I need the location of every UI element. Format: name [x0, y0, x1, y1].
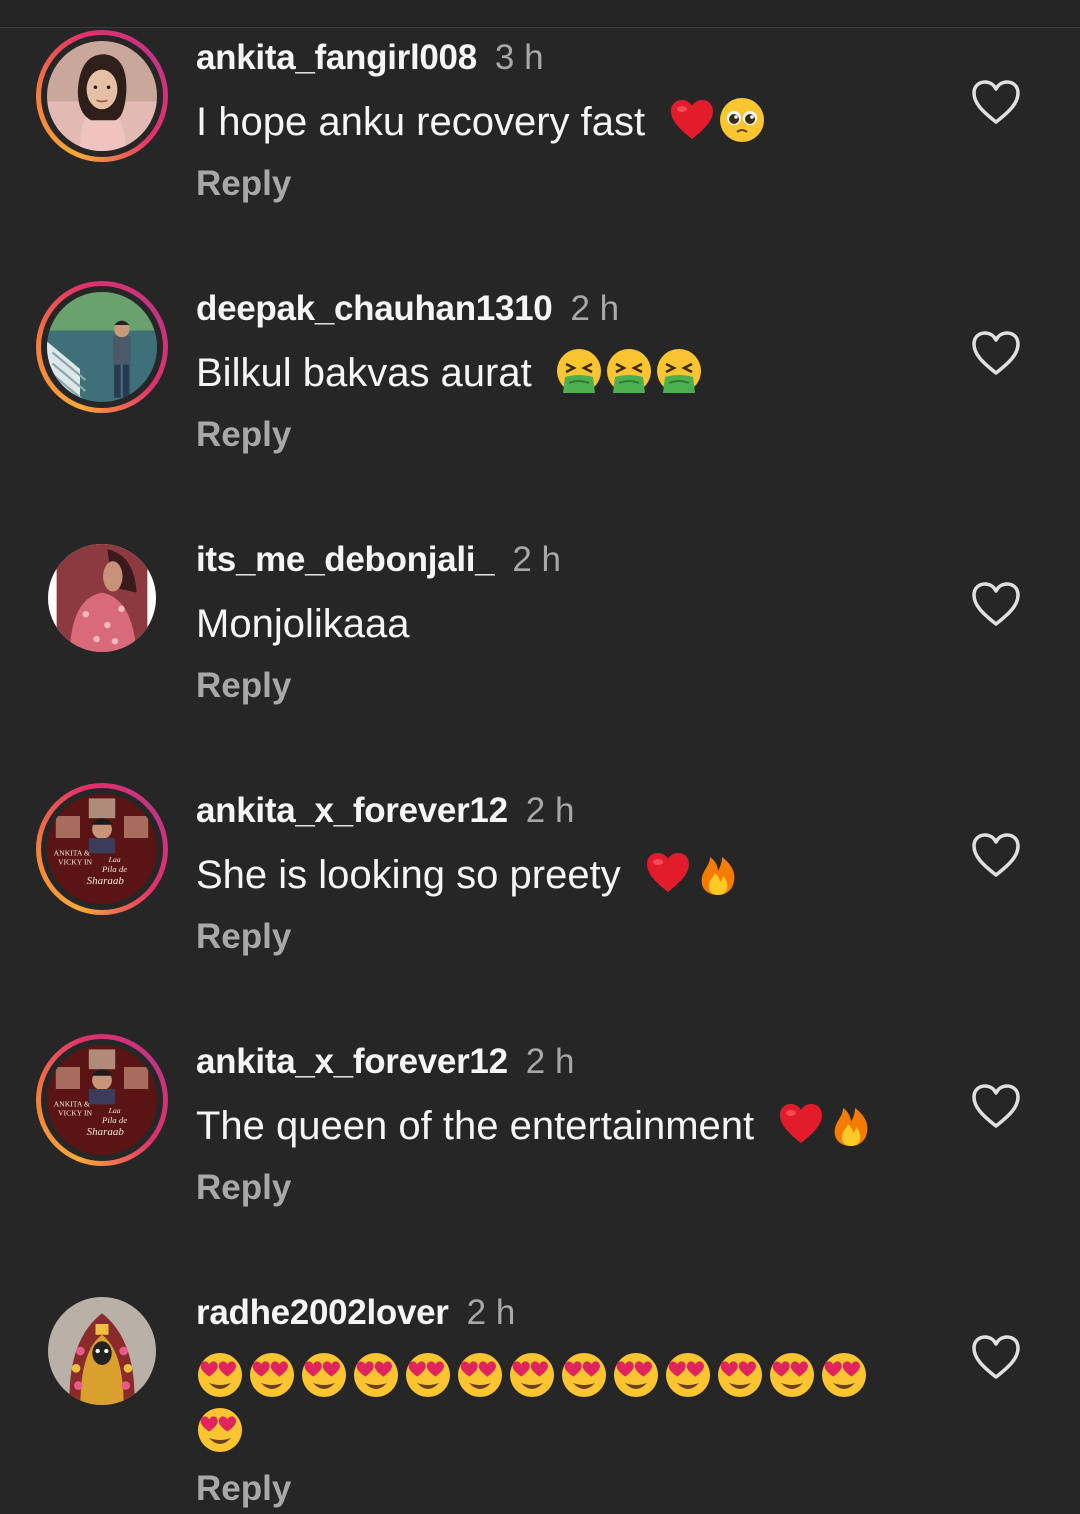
like-button[interactable]: [970, 1333, 1022, 1381]
heart-outline-icon: [972, 1335, 1020, 1379]
comment-time: 3 h: [494, 38, 544, 77]
like-button[interactable]: [970, 831, 1022, 879]
reply-button[interactable]: Reply: [196, 164, 291, 204]
reply-button[interactable]: Reply: [196, 917, 291, 957]
heart-eyes-emoji: [820, 1351, 868, 1399]
like-button[interactable]: [970, 580, 1022, 628]
vomiting-face-emoji: [555, 347, 603, 395]
avatar-photo: [47, 292, 157, 402]
comment-text: [196, 1349, 896, 1458]
heart-eyes-emoji: [248, 1351, 296, 1399]
heart-outline-icon: [972, 80, 1020, 124]
comment-username[interactable]: radhe2002lover: [196, 1293, 449, 1332]
heart-outline-icon: [972, 582, 1020, 626]
comment-item: radhe2002lover 2 h Reply: [0, 1255, 1080, 1514]
fire-emoji: [694, 849, 742, 897]
heart-eyes-emoji: [664, 1351, 712, 1399]
avatar[interactable]: [36, 281, 168, 413]
comment-username[interactable]: its_me_debonjali_: [196, 540, 495, 579]
comment-text: Monjolikaaa: [196, 598, 916, 650]
comment-text: Bilkul bakvas aurat: [196, 347, 916, 399]
poster-text: Laa: [108, 855, 121, 864]
red-heart-emoji: [777, 1100, 825, 1148]
comment-text: She is looking so preety: [196, 849, 916, 901]
heart-eyes-emoji: [196, 1351, 244, 1399]
poster-text: Sharaab: [87, 1126, 125, 1138]
heart-eyes-row: [196, 1351, 872, 1454]
heart-eyes-emoji: [456, 1351, 504, 1399]
poster-text: ANKITA &: [54, 1100, 90, 1109]
heart-eyes-emoji: [612, 1351, 660, 1399]
comment-username[interactable]: ankita_fangirl008: [196, 38, 477, 77]
vomiting-face-emoji: [605, 347, 653, 395]
comment-item: ankita_fangirl008 3 h I hope anku recover…: [0, 0, 1080, 250]
avatar[interactable]: [36, 30, 168, 162]
heart-eyes-emoji: [508, 1351, 556, 1399]
poster-text: Laa: [108, 1106, 121, 1115]
avatar-photo: [47, 41, 157, 151]
red-heart-emoji: [644, 849, 692, 897]
avatar-photo: ANKITA & VICKY IN Laa Pila de Sharaab: [47, 1045, 157, 1155]
like-button[interactable]: [970, 78, 1022, 126]
comment-body: The queen of the entertainment: [196, 1104, 755, 1148]
comment-item: ANKITA & VICKY IN Laa Pila de Sharaab an…: [0, 753, 1080, 1003]
heart-eyes-emoji: [352, 1351, 400, 1399]
comment-body: Monjolikaaa: [196, 602, 410, 646]
avatar-photo: ANKITA & VICKY IN Laa Pila de Sharaab: [47, 794, 157, 904]
red-heart-emoji: [668, 96, 716, 144]
comment-username[interactable]: deepak_chauhan1310: [196, 289, 553, 328]
like-button[interactable]: [970, 1082, 1022, 1130]
comment-text: I hope anku recovery fast: [196, 96, 916, 148]
heart-eyes-emoji: [560, 1351, 608, 1399]
vomiting-face-emoji: [655, 347, 703, 395]
comment-item: its_me_debonjali_ 2 h Monjolikaaa Reply: [0, 502, 1080, 752]
poster-text: Pila de: [101, 1115, 127, 1125]
comment-text: The queen of the entertainment: [196, 1100, 916, 1152]
poster-text: ANKITA &: [54, 849, 90, 858]
reply-button[interactable]: Reply: [196, 1469, 291, 1509]
avatar[interactable]: ANKITA & VICKY IN Laa Pila de Sharaab: [36, 1034, 168, 1166]
heart-eyes-emoji: [196, 1406, 244, 1454]
fire-emoji: [827, 1100, 875, 1148]
heart-eyes-emoji: [768, 1351, 816, 1399]
reply-button[interactable]: Reply: [196, 415, 291, 455]
comment-time: 2 h: [570, 289, 620, 328]
reply-button[interactable]: Reply: [196, 1168, 291, 1208]
comment-time: 2 h: [466, 1293, 516, 1332]
comment-time: 2 h: [525, 791, 575, 830]
heart-eyes-emoji: [404, 1351, 452, 1399]
avatar-photo: [48, 544, 156, 652]
poster-text: Sharaab: [87, 875, 125, 887]
heart-outline-icon: [972, 331, 1020, 375]
avatar[interactable]: [48, 1297, 156, 1405]
heart-outline-icon: [972, 833, 1020, 877]
comment-item: deepak_chauhan1310 2 h Bilkul bakvas aura…: [0, 251, 1080, 501]
avatar-photo: [48, 1297, 156, 1405]
comment-body: I hope anku recovery fast: [196, 100, 646, 144]
comment-item: ANKITA & VICKY IN Laa Pila de Sharaab an…: [0, 1004, 1080, 1254]
heart-eyes-emoji: [716, 1351, 764, 1399]
like-button[interactable]: [970, 329, 1022, 377]
heart-outline-icon: [972, 1084, 1020, 1128]
heart-eyes-emoji: [300, 1351, 348, 1399]
poster-text: VICKY IN: [58, 1108, 93, 1117]
avatar[interactable]: [48, 544, 156, 652]
poster-text: Pila de: [101, 864, 127, 874]
comment-time: 2 h: [512, 540, 562, 579]
comment-body: Bilkul bakvas aurat: [196, 351, 532, 395]
comment-body: She is looking so preety: [196, 853, 621, 897]
comment-time: 2 h: [525, 1042, 575, 1081]
pleading-face-emoji: [718, 96, 766, 144]
reply-button[interactable]: Reply: [196, 666, 291, 706]
comment-username[interactable]: ankita_x_forever12: [196, 791, 508, 830]
poster-text: VICKY IN: [58, 857, 93, 866]
avatar[interactable]: ANKITA & VICKY IN Laa Pila de Sharaab: [36, 783, 168, 915]
comment-username[interactable]: ankita_x_forever12: [196, 1042, 508, 1081]
